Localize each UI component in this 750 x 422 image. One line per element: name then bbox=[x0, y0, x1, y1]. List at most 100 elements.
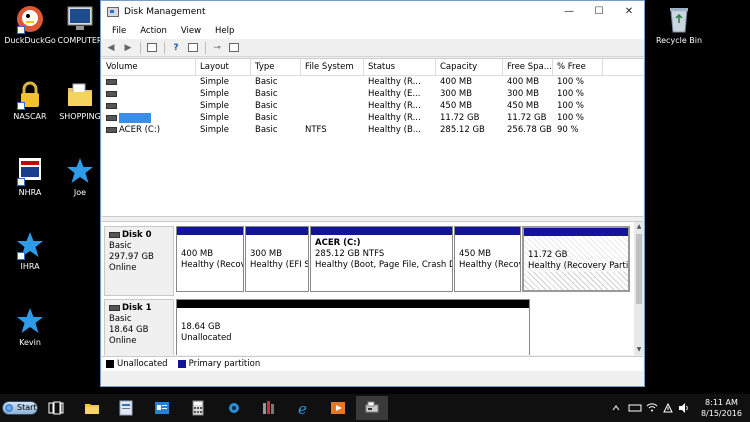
column-free-space[interactable]: Free Spa... bbox=[503, 59, 553, 75]
forward-arrow-icon[interactable]: ▶ bbox=[120, 41, 136, 54]
taskbar-media-player[interactable] bbox=[322, 396, 354, 420]
desktop-icon-label: NASCAR bbox=[13, 112, 47, 121]
partition-unallocated[interactable]: 18.64 GB Unallocated bbox=[176, 299, 530, 355]
taskbar-disk-management[interactable] bbox=[356, 396, 388, 420]
disk-1-row: Disk 1 Basic 18.64 GB Online 18.64 GB Una… bbox=[102, 299, 632, 355]
disk-map: Disk 0 Basic 297.97 GB Online 400 MB Heal… bbox=[102, 222, 643, 355]
taskbar-app-6[interactable] bbox=[252, 396, 284, 420]
menu-view[interactable]: View bbox=[174, 26, 208, 36]
column-file-system[interactable]: File System bbox=[301, 59, 364, 75]
windows-orb-icon bbox=[5, 404, 13, 412]
battery-icon bbox=[663, 402, 673, 413]
column-type[interactable]: Type bbox=[251, 59, 301, 75]
duckduckgo-icon bbox=[15, 4, 45, 34]
wifi-icon bbox=[646, 403, 658, 412]
back-arrow-icon[interactable]: ◀ bbox=[103, 41, 119, 54]
menu-help[interactable]: Help bbox=[208, 26, 241, 36]
disk-1-label[interactable]: Disk 1 Basic 18.64 GB Online bbox=[104, 299, 174, 355]
volume-icon bbox=[106, 126, 117, 133]
clock-date: 8/15/2016 bbox=[700, 409, 742, 418]
connect-icon[interactable]: ⊸ bbox=[209, 41, 225, 54]
star-icon bbox=[65, 156, 95, 186]
task-view-button[interactable] bbox=[40, 396, 72, 420]
disk-0-row: Disk 0 Basic 297.97 GB Online 400 MB Heal… bbox=[102, 226, 632, 296]
tools-icon bbox=[263, 401, 274, 414]
computer-icon bbox=[65, 4, 95, 34]
legend-unallocated-swatch bbox=[106, 360, 114, 368]
volume-icon bbox=[106, 114, 117, 121]
desktop-icon-nhra[interactable]: NHRA bbox=[2, 156, 58, 197]
table-row[interactable]: ACER (C:) Simple Basic NTFS Healthy (B..… bbox=[102, 124, 643, 136]
properties-icon[interactable] bbox=[144, 41, 160, 54]
desktop-icon-label: IHRA bbox=[20, 262, 40, 271]
partition-recovery-11-72gb[interactable]: 11.72 GBHealthy (Recovery Partitio bbox=[522, 226, 630, 292]
chevron-up-icon bbox=[612, 405, 620, 411]
calculator-icon bbox=[192, 400, 204, 416]
legend-unallocated-label: Unallocated bbox=[117, 359, 168, 369]
settings-view-icon[interactable] bbox=[226, 41, 242, 54]
taskbar-app-3[interactable] bbox=[146, 396, 178, 420]
table-row[interactable]: Simple Basic Healthy (R... 450 MB 450 MB… bbox=[102, 100, 643, 112]
star-icon bbox=[15, 230, 45, 260]
desktop-icon-label: NHRA bbox=[18, 188, 42, 197]
column-capacity[interactable]: Capacity bbox=[436, 59, 503, 75]
close-button[interactable]: ✕ bbox=[614, 1, 644, 23]
title-bar[interactable]: Disk Management — ☐ ✕ bbox=[101, 1, 644, 23]
desktop-icon-kevin[interactable]: Kevin bbox=[2, 306, 58, 347]
list-view-icon[interactable] bbox=[185, 41, 201, 54]
taskbar-file-explorer[interactable] bbox=[76, 396, 108, 420]
menu-file[interactable]: File bbox=[105, 26, 133, 36]
svg-text:e: e bbox=[298, 400, 307, 416]
table-row[interactable]: Simple Basic Healthy (R... 400 MB 400 MB… bbox=[102, 76, 643, 88]
folder-icon bbox=[85, 404, 99, 414]
legend-primary-label: Primary partition bbox=[188, 359, 261, 369]
column-percent-free[interactable]: % Free bbox=[553, 59, 603, 75]
partition-acer-c[interactable]: ACER (C:) 285.12 GB NTFS Healthy (Boot, Pa… bbox=[310, 226, 453, 292]
maximize-button[interactable]: ☐ bbox=[584, 1, 614, 23]
window-title: Disk Management bbox=[124, 7, 206, 17]
volume-icon bbox=[106, 102, 117, 109]
nhra-icon bbox=[15, 156, 45, 186]
document-icon bbox=[119, 400, 133, 416]
volume-icon bbox=[106, 90, 117, 97]
disk-map-scrollbar[interactable]: ▲ ▼ bbox=[634, 222, 644, 355]
table-row[interactable]: Simple Basic Healthy (E... 300 MB 300 MB… bbox=[102, 88, 643, 100]
disk-management-app-icon bbox=[107, 7, 119, 17]
clock[interactable]: 8:11 AM 8/15/2016 bbox=[701, 397, 742, 419]
desktop-icon-label: DuckDuckGo bbox=[4, 36, 56, 45]
column-status[interactable]: Status bbox=[364, 59, 436, 75]
volume-icon bbox=[679, 403, 688, 413]
clock-time: 8:11 AM bbox=[705, 398, 738, 407]
minimize-button[interactable]: — bbox=[554, 1, 584, 23]
network-icon bbox=[628, 404, 642, 412]
desktop-icon-duckduckgo[interactable]: DuckDuckGo bbox=[2, 4, 58, 45]
partition-recovery-450mb[interactable]: 450 MB Healthy (Recov bbox=[454, 226, 521, 292]
disk-0-label[interactable]: Disk 0 Basic 297.97 GB Online bbox=[104, 226, 174, 296]
gear-icon bbox=[229, 403, 239, 413]
menu-bar: File Action View Help bbox=[101, 23, 644, 39]
taskbar-internet-explorer[interactable]: e bbox=[288, 396, 320, 420]
volume-list-header: Volume Layout Type File System Status Ca… bbox=[102, 59, 643, 76]
system-tray bbox=[610, 394, 694, 422]
taskbar-app-2[interactable] bbox=[110, 396, 142, 420]
scroll-down-icon[interactable]: ▼ bbox=[634, 345, 644, 355]
partition-efi-300mb[interactable]: 300 MB Healthy (EFI S bbox=[245, 226, 309, 292]
scroll-thumb[interactable] bbox=[636, 234, 642, 304]
desktop-icon-recycle-bin[interactable]: Recycle Bin bbox=[651, 4, 707, 45]
start-button[interactable]: Start bbox=[2, 401, 38, 415]
menu-action[interactable]: Action bbox=[133, 26, 174, 36]
scroll-up-icon[interactable]: ▲ bbox=[634, 222, 644, 232]
help-icon[interactable]: ? bbox=[168, 41, 184, 54]
task-view-icon bbox=[48, 401, 64, 415]
table-row[interactable]: Simple Basic Healthy (R... 11.72 GB 11.7… bbox=[102, 112, 643, 124]
taskbar-app-5[interactable] bbox=[218, 396, 250, 420]
disk-icon bbox=[109, 304, 120, 311]
disk-management-icon bbox=[365, 401, 379, 413]
partition-recovery-400mb[interactable]: 400 MB Healthy (Recov bbox=[176, 226, 244, 292]
desktop-icon-nascar[interactable]: NASCAR bbox=[2, 80, 58, 121]
desktop-icon-ihra[interactable]: IHRA bbox=[2, 230, 58, 271]
taskbar-calculator[interactable] bbox=[182, 396, 214, 420]
column-layout[interactable]: Layout bbox=[196, 59, 251, 75]
disk-management-window: Disk Management — ☐ ✕ File Action View H… bbox=[100, 0, 645, 387]
column-volume[interactable]: Volume bbox=[102, 59, 196, 75]
